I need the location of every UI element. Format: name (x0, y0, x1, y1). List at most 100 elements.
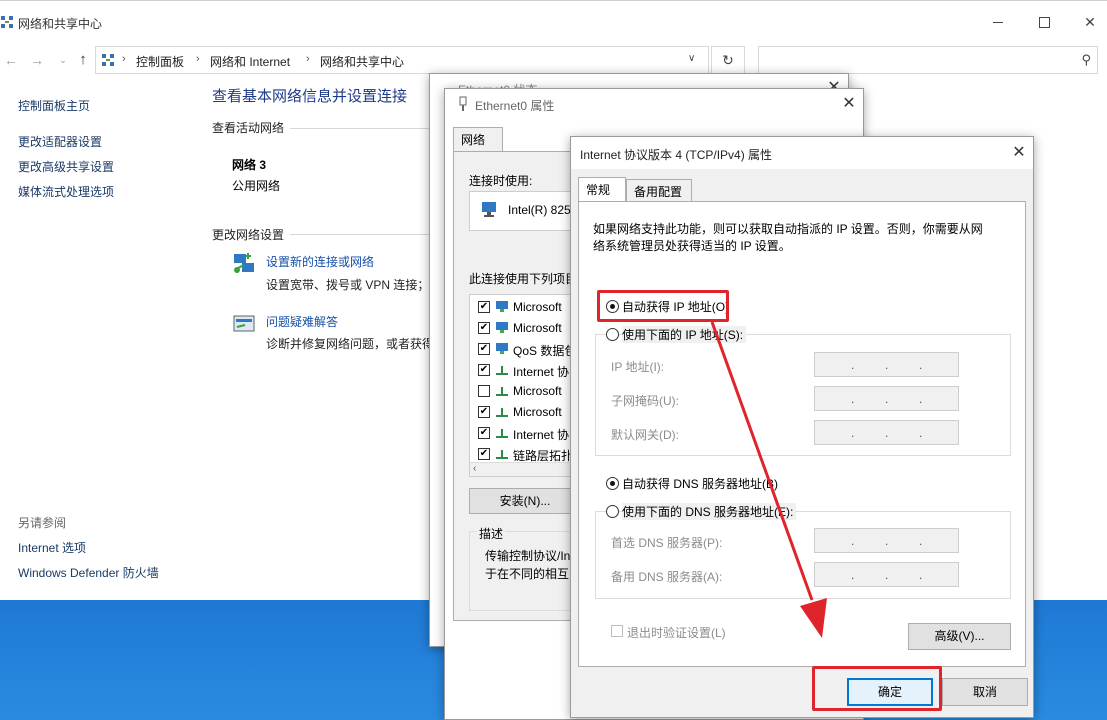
maximize-button[interactable] (1021, 7, 1067, 37)
breadcrumb-separator: › (122, 53, 126, 65)
protocol-icon (496, 429, 508, 438)
sidebar-item-adapter-settings[interactable]: 更改适配器设置 (18, 133, 102, 150)
subnet-mask-field[interactable]: ... (814, 386, 959, 411)
active-networks-heading: 查看活动网络 (212, 121, 285, 135)
list-item-label: Internet 协 (513, 428, 570, 442)
sidebar-item-media-streaming[interactable]: 媒体流式处理选项 (18, 183, 114, 200)
troubleshoot-icon (233, 315, 255, 332)
description-text: 传输控制协议/In (485, 549, 571, 563)
checkbox[interactable]: ✔ (478, 427, 490, 439)
manual-dns-label[interactable]: 使用下面的 DNS 服务器地址(E): (622, 503, 797, 520)
validate-checkbox[interactable] (611, 625, 623, 637)
checkbox[interactable]: ✔ (478, 406, 490, 418)
manual-ip-radio[interactable] (606, 328, 619, 341)
install-button[interactable]: 安装(N)... (469, 488, 581, 514)
protocol-icon (496, 387, 508, 396)
sidebar-item-control-panel-home[interactable]: 控制面板主页 (18, 97, 90, 114)
gateway-field[interactable]: ... (814, 420, 959, 445)
list-item-label: Internet 协 (513, 365, 570, 379)
intro-text: 如果网络支持此功能，则可以获取自动指派的 IP 设置。否则，你需要从网 (593, 222, 983, 236)
up-arrow-icon[interactable]: ↑ (74, 51, 92, 69)
forward-arrow-icon[interactable]: → (28, 51, 46, 69)
cancel-button[interactable]: 取消 (942, 678, 1028, 706)
alternate-dns-label: 备用 DNS 服务器(A): (611, 570, 723, 584)
breadcrumb-network-internet[interactable]: 网络和 Internet (210, 53, 290, 70)
tab-general[interactable]: 常规 (578, 177, 626, 201)
tab-network[interactable]: 网络 (453, 127, 503, 151)
list-item[interactable]: ✔ Microsoft (478, 402, 578, 423)
validate-label: 退出时验证设置(L) (627, 626, 726, 640)
breadcrumb-control-panel[interactable]: 控制面板 (136, 53, 184, 70)
list-item[interactable]: ✔ Internet 协 (478, 423, 578, 444)
advanced-button[interactable]: 高级(V)... (908, 623, 1011, 650)
checkbox[interactable]: ✔ (478, 301, 490, 313)
description-text: 于在不同的相互 (485, 567, 570, 581)
network-client-icon (496, 343, 508, 354)
setup-connection-link[interactable]: 设置新的连接或网络 (266, 253, 374, 270)
network-name: 网络 3 (232, 158, 267, 172)
minimize-button[interactable] (975, 7, 1021, 37)
breadcrumb-separator: › (196, 53, 200, 65)
list-item[interactable]: ✔ QoS 数据包 (478, 339, 578, 360)
network-type[interactable]: 公用网络 (232, 177, 280, 194)
new-connection-icon (234, 253, 254, 273)
list-item[interactable]: ✔ Internet 协 (478, 360, 578, 381)
annotation-highlight-ok (812, 666, 942, 711)
change-settings-heading: 更改网络设置 (212, 228, 285, 242)
search-icon: ⚲ (1081, 52, 1091, 67)
dialog-title: Ethernet0 属性 (475, 99, 555, 113)
manual-dns-radio[interactable] (606, 505, 619, 518)
refresh-icon[interactable]: ↻ (711, 46, 745, 74)
page-title: 查看基本网络信息并设置连接 (212, 88, 408, 105)
preferred-dns-field[interactable]: ... (814, 528, 959, 553)
list-item-label: QoS 数据包 (513, 344, 577, 358)
list-item[interactable]: Microsoft (478, 381, 578, 402)
network-client-icon (496, 301, 508, 312)
window-title: 网络和共享中心 (18, 17, 103, 31)
list-item-label: Microsoft (513, 384, 562, 398)
checkbox[interactable]: ✔ (478, 322, 490, 334)
ipv4-properties-dialog: Internet 协议版本 4 (TCP/IPv4) 属性 ✕ 常规 备用配置 … (570, 136, 1034, 718)
search-input[interactable]: ⚲ (758, 46, 1098, 74)
back-arrow-icon[interactable]: ← (2, 51, 20, 69)
checkbox[interactable]: ✔ (478, 448, 490, 460)
alternate-dns-field[interactable]: ... (814, 562, 959, 587)
network-center-icon (1, 16, 13, 28)
auto-dns-label[interactable]: 自动获得 DNS 服务器地址(B) (622, 475, 778, 492)
address-bar[interactable]: › 控制面板 › 网络和 Internet › 网络和共享中心 ∨ (95, 46, 709, 74)
troubleshoot-link[interactable]: 问题疑难解答 (266, 313, 338, 330)
list-item[interactable]: ✔ Microsoft (478, 297, 578, 318)
scroll-left-icon[interactable]: ‹ (473, 463, 476, 474)
intro-text: 络系统管理员处获得适当的 IP 设置。 (593, 239, 791, 253)
close-icon[interactable]: ✕ (1009, 143, 1029, 163)
breadcrumb-network-sharing[interactable]: 网络和共享中心 (320, 53, 404, 70)
preferred-dns-label: 首选 DNS 服务器(P): (611, 536, 723, 550)
checkbox[interactable]: ✔ (478, 364, 490, 376)
tab-strip: 常规 备用配置 (578, 177, 1018, 201)
annotation-highlight-auto-ip (597, 290, 729, 322)
adapter-icon (482, 202, 496, 217)
checkbox[interactable] (478, 385, 490, 397)
dialog-title: Internet 协议版本 4 (TCP/IPv4) 属性 (580, 148, 773, 162)
close-icon[interactable]: ✕ (839, 94, 859, 114)
ip-address-field[interactable]: ... (814, 352, 959, 377)
manual-ip-label[interactable]: 使用下面的 IP 地址(S): (622, 326, 747, 343)
recent-locations-chevron-icon[interactable]: ⌄ (54, 51, 72, 69)
gateway-label: 默认网关(D): (611, 428, 679, 442)
title-bar[interactable]: 网络和共享中心 ✕ (0, 1, 1107, 43)
internet-options-link[interactable]: Internet 选项 (18, 539, 86, 556)
breadcrumb-separator: › (306, 53, 310, 65)
network-adapter-icon (459, 96, 467, 111)
auto-dns-radio[interactable] (606, 477, 619, 490)
chevron-down-icon[interactable]: ∨ (688, 53, 695, 64)
list-item[interactable]: ✔ Microsoft (478, 318, 578, 339)
checkbox[interactable]: ✔ (478, 343, 490, 355)
firewall-link[interactable]: Windows Defender 防火墙 (18, 564, 159, 581)
close-button[interactable]: ✕ (1067, 7, 1107, 37)
tab-alternate[interactable]: 备用配置 (626, 179, 692, 201)
divider (290, 234, 430, 235)
list-item-label: Microsoft (513, 300, 562, 314)
sidebar-item-advanced-sharing[interactable]: 更改高级共享设置 (18, 158, 114, 175)
subnet-mask-label: 子网掩码(U): (611, 394, 679, 408)
items-label: 此连接使用下列项目 (469, 272, 578, 286)
